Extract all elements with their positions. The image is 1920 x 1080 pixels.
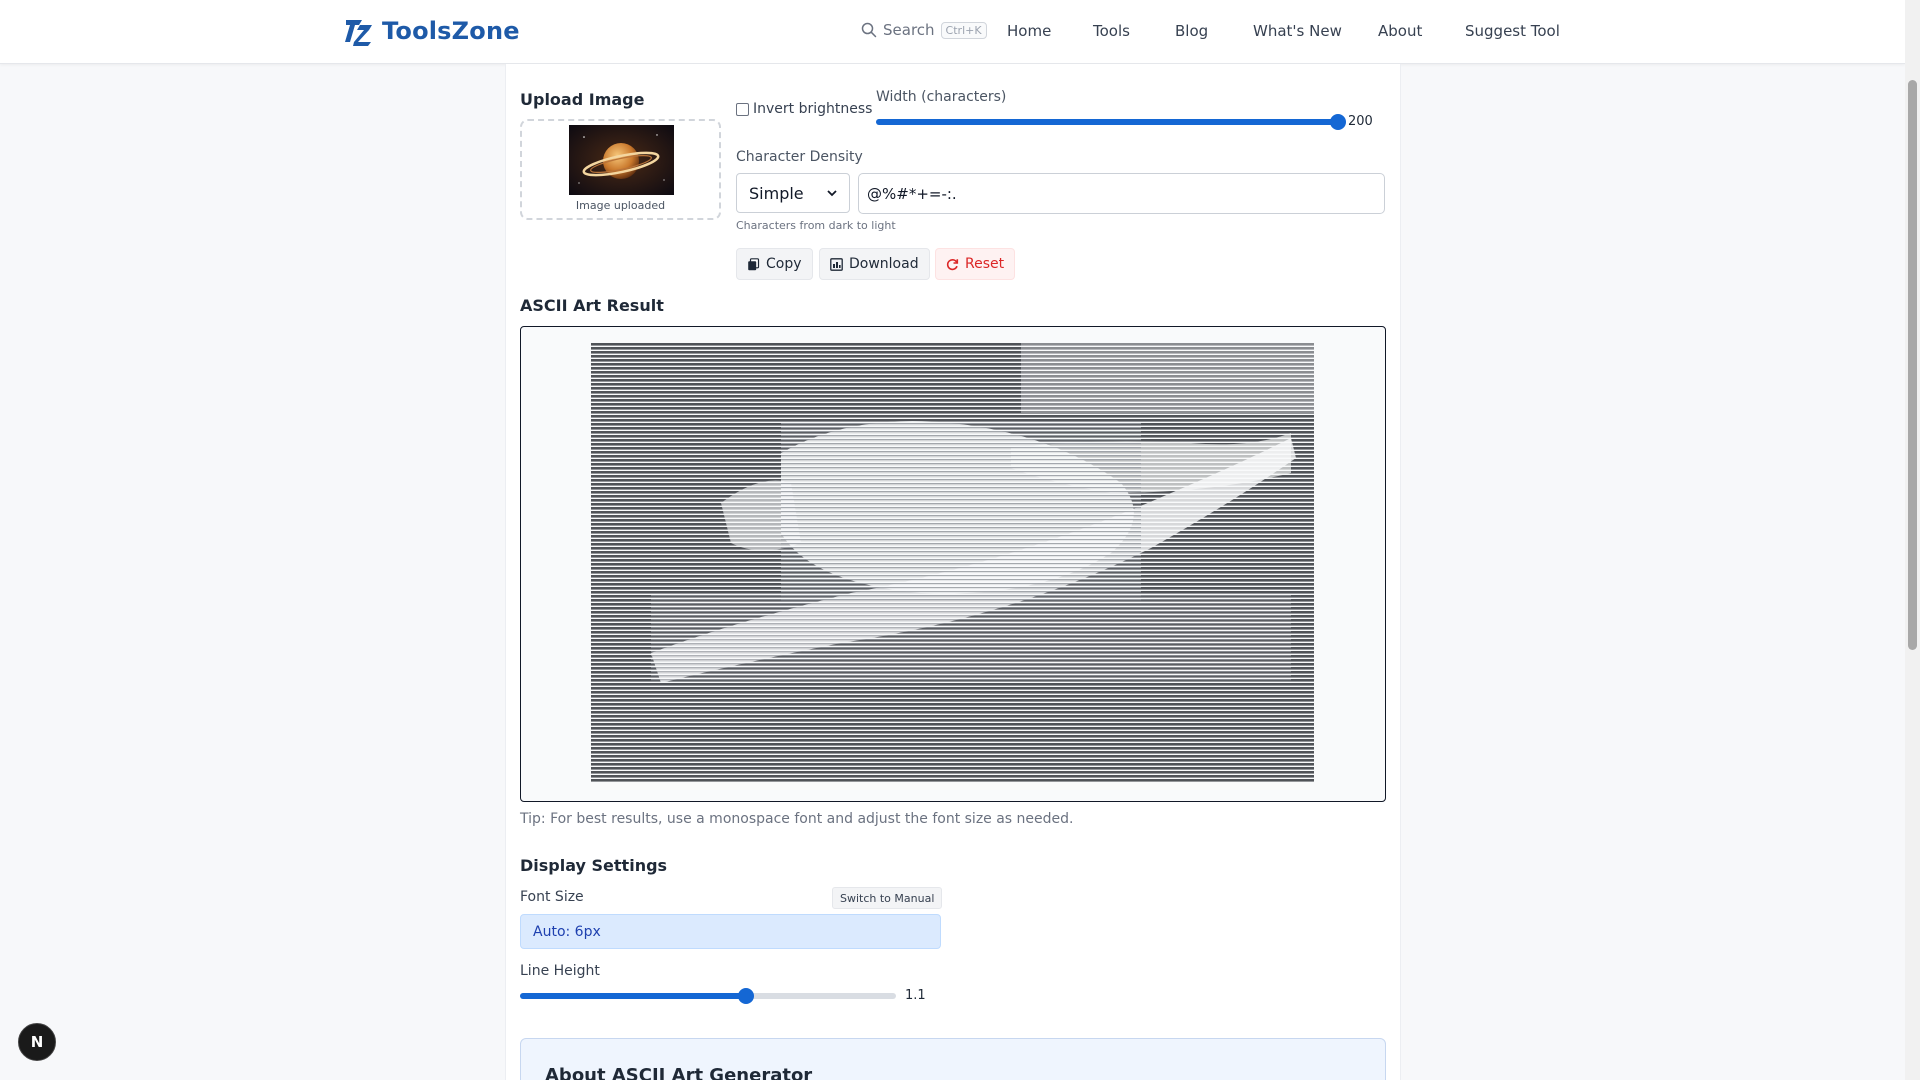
characters-hint: Characters from dark to light — [736, 219, 896, 232]
uploaded-image-thumbnail — [569, 125, 674, 195]
nav-whats-new[interactable]: What's New — [1253, 22, 1342, 40]
width-value: 200 — [1348, 114, 1373, 129]
nav-suggest-tool[interactable]: Suggest Tool — [1465, 22, 1560, 40]
width-label: Width (characters) — [876, 89, 1007, 105]
display-settings-title: Display Settings — [520, 856, 668, 875]
invert-checkbox[interactable] — [736, 102, 749, 116]
upload-title: Upload Image — [520, 90, 645, 109]
copy-label: Copy — [766, 256, 802, 272]
download-label: Download — [849, 256, 919, 272]
invert-brightness-toggle[interactable]: Invert brightness — [736, 101, 872, 117]
result-title: ASCII Art Result — [520, 296, 664, 315]
nav-home[interactable]: Home — [1007, 22, 1051, 40]
search-button[interactable]: Search Ctrl+K — [861, 21, 987, 39]
switch-to-manual-button[interactable]: Switch to Manual — [832, 887, 943, 909]
download-button[interactable]: Download — [819, 248, 930, 280]
width-slider[interactable] — [876, 114, 1346, 130]
reset-icon — [946, 258, 959, 270]
main-nav: Search Ctrl+K Home Tools Blog What's New… — [0, 0, 1905, 64]
about-title: About ASCII Art Generator — [545, 1065, 813, 1080]
ascii-art-output[interactable] — [591, 343, 1314, 783]
density-label: Character Density — [736, 149, 863, 165]
search-icon — [861, 22, 877, 38]
font-size-label: Font Size — [520, 889, 584, 905]
reset-label: Reset — [965, 256, 1005, 272]
chevron-down-icon — [827, 190, 837, 197]
page-scrollbar-thumb[interactable] — [1908, 80, 1917, 650]
density-selected-value: Simple — [749, 183, 804, 203]
reset-button[interactable]: Reset — [935, 248, 1016, 280]
line-height-slider-fill — [520, 993, 746, 999]
line-height-label: Line Height — [520, 963, 600, 979]
width-slider-thumb[interactable] — [1330, 114, 1346, 130]
top-navbar: ToolsZone Search Ctrl+K Home Tools Blog … — [0, 0, 1905, 64]
search-label: Search — [883, 21, 935, 39]
download-icon — [830, 257, 843, 271]
font-size-auto-value: Auto: 6px — [520, 914, 941, 949]
usage-tip: Tip: For best results, use a monospace f… — [520, 811, 1074, 827]
image-dropzone[interactable]: Image uploaded — [520, 119, 721, 220]
copy-icon — [748, 257, 760, 270]
density-select[interactable]: Simple — [736, 173, 850, 213]
invert-label: Invert brightness — [753, 101, 873, 117]
about-section: About ASCII Art Generator — [520, 1038, 1386, 1080]
upload-status: Image uploaded — [575, 199, 666, 212]
width-slider-fill — [876, 119, 1338, 125]
copy-button[interactable]: Copy — [736, 248, 813, 280]
ascii-output-panel — [520, 326, 1386, 802]
search-shortcut: Ctrl+K — [940, 21, 987, 39]
nav-tools[interactable]: Tools — [1093, 22, 1130, 40]
nav-about[interactable]: About — [1378, 22, 1422, 40]
nav-blog[interactable]: Blog — [1175, 22, 1208, 40]
line-height-slider[interactable] — [520, 988, 896, 1004]
line-height-value: 1.1 — [905, 988, 926, 1003]
characters-input[interactable]: @%#*+=-:. — [858, 173, 1385, 214]
line-height-slider-thumb[interactable] — [737, 988, 754, 1004]
dev-tools-badge[interactable]: N — [18, 1023, 56, 1061]
